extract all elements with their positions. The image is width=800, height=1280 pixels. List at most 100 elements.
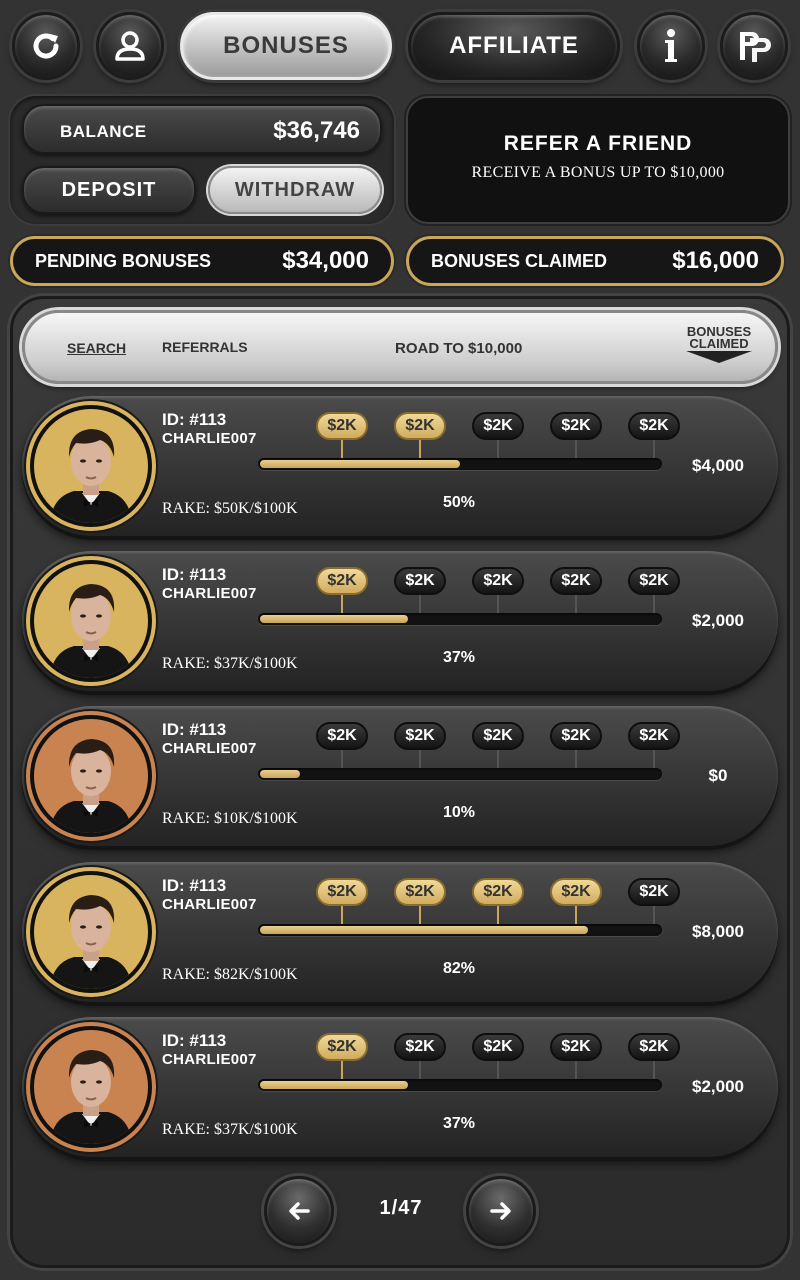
referral-row[interactable]: ID: #113 CHARLIE007 RAKE: $37K/$100K $2K $2K… [22, 551, 778, 691]
milestone-badge: $2K [316, 878, 368, 906]
milestone-badge: $2K [316, 1033, 368, 1061]
road-column-header[interactable]: ROAD TO $10,000 [395, 340, 522, 357]
milestone-stem [419, 595, 421, 613]
milestone-stem [419, 906, 421, 924]
pending-bonuses-label: PENDING BONUSES [35, 250, 212, 271]
milestone-badge: $2K [472, 412, 524, 440]
avatar-ring [30, 871, 152, 993]
deposit-button[interactable]: DEPOSIT [22, 166, 196, 214]
avatar [34, 409, 148, 523]
milestone-badge: $2K [628, 722, 680, 750]
pp-logo-icon [740, 32, 771, 62]
milestone-stem [497, 1061, 499, 1079]
milestone-badge: $2K [316, 412, 368, 440]
milestone-badge: $2K [550, 1033, 602, 1061]
profile-button[interactable] [96, 12, 164, 80]
milestone-badge: $2K [472, 878, 524, 906]
milestone-badge: $2K [394, 412, 446, 440]
bonuses-tab[interactable]: BONUSES [180, 12, 392, 80]
milestone-stem [419, 750, 421, 768]
referral-name: CHARLIE007 [162, 896, 257, 913]
bonuses-claimed-sort[interactable]: BONUSES CLAIMED [681, 325, 757, 363]
previous-page-button[interactable] [264, 1176, 334, 1246]
deposit-label: DEPOSIT [61, 178, 157, 201]
search-link[interactable]: SEARCH [67, 340, 126, 356]
milestone-stem [341, 906, 343, 924]
arrow-right-icon [490, 1202, 511, 1220]
bonuses-claimed-header-line2: CLAIMED [689, 336, 749, 351]
referral-id: ID: #113 [162, 876, 227, 895]
milestone-stem [653, 440, 655, 458]
progress-fill [260, 1081, 408, 1089]
referral-rake: RAKE: $37K/$100K [162, 1121, 298, 1138]
milestone-badge: $2K [472, 1033, 524, 1061]
brand-logo-button[interactable] [720, 12, 788, 80]
milestone-stem [653, 595, 655, 613]
milestone-stem [341, 1061, 343, 1079]
bonuses-claimed-display: BONUSES CLAIMED $16,000 [406, 236, 784, 286]
referral-name: CHARLIE007 [162, 585, 257, 602]
milestone-stem [653, 1061, 655, 1079]
progress-percent: 10% [442, 804, 476, 821]
referral-row[interactable]: ID: #113 CHARLIE007 RAKE: $50K/$100K $2K $2K… [22, 396, 778, 536]
progress-fill [260, 615, 408, 623]
refresh-button[interactable] [12, 12, 80, 80]
referral-row[interactable]: ID: #113 CHARLIE007 RAKE: $37K/$100K $2K $2K… [22, 1017, 778, 1157]
bonus-claimed-amount: $4,000 [692, 456, 744, 475]
milestone-stem [575, 440, 577, 458]
milestone-badge: $2K [550, 567, 602, 595]
avatar [34, 719, 148, 833]
avatar [34, 564, 148, 678]
referral-row[interactable]: ID: #113 CHARLIE007 RAKE: $10K/$100K $2K $2K… [22, 706, 778, 846]
progress-percent: 37% [442, 649, 476, 666]
next-page-button[interactable] [466, 1176, 536, 1246]
bonuses-claimed-value: $16,000 [672, 247, 759, 274]
milestone-stem [497, 440, 499, 458]
progress-percent: 37% [442, 1115, 476, 1132]
referrals-column-header[interactable]: REFERRALS [162, 339, 248, 355]
withdraw-button[interactable]: WITHDRAW [208, 166, 382, 214]
arrow-left-icon [289, 1202, 310, 1220]
affiliate-tab[interactable]: AFFILIATE [408, 12, 620, 80]
avatar-ring [30, 560, 152, 682]
milestone-stem [419, 1061, 421, 1079]
pending-bonuses-value: $34,000 [282, 247, 369, 274]
milestone-stem [575, 595, 577, 613]
milestone-badge: $2K [550, 878, 602, 906]
balance-label: BALANCE [60, 122, 147, 141]
milestone-badge: $2K [628, 878, 680, 906]
milestone-stem [653, 750, 655, 768]
milestone-stem [419, 440, 421, 458]
milestone-stem [497, 906, 499, 924]
referral-rake: RAKE: $10K/$100K [162, 810, 298, 827]
milestone-badge: $2K [394, 1033, 446, 1061]
referral-id: ID: #113 [162, 410, 227, 429]
milestone-stem [653, 906, 655, 924]
progress-track [258, 1079, 662, 1091]
milestone-badge: $2K [472, 722, 524, 750]
referral-name: CHARLIE007 [162, 1051, 257, 1068]
milestone-badge: $2K [628, 412, 680, 440]
bonus-claimed-amount: $2,000 [692, 611, 744, 630]
withdraw-label: WITHDRAW [234, 178, 356, 201]
bonus-claimed-amount: $8,000 [692, 922, 744, 941]
milestone-stem [341, 440, 343, 458]
milestone-stem [575, 906, 577, 924]
progress-fill [260, 926, 588, 934]
referral-rake: RAKE: $37K/$100K [162, 655, 298, 672]
refer-title: REFER A FRIEND [503, 132, 693, 155]
milestone-stem [575, 1061, 577, 1079]
milestone-badge: $2K [550, 722, 602, 750]
refer-friend-banner[interactable]: REFER A FRIEND RECEIVE A BONUS UP TO $10… [406, 96, 790, 224]
milestone-stem [341, 750, 343, 768]
milestone-stem [341, 595, 343, 613]
progress-track [258, 924, 662, 936]
balance-value: $36,746 [273, 117, 360, 144]
avatar [34, 875, 148, 989]
user-icon [115, 31, 145, 61]
referral-row[interactable]: ID: #113 CHARLIE007 RAKE: $82K/$100K $2K $2K… [22, 862, 778, 1002]
progress-track [258, 458, 662, 470]
sort-down-icon [686, 351, 752, 363]
info-button[interactable] [637, 12, 705, 80]
milestone-stem [497, 595, 499, 613]
